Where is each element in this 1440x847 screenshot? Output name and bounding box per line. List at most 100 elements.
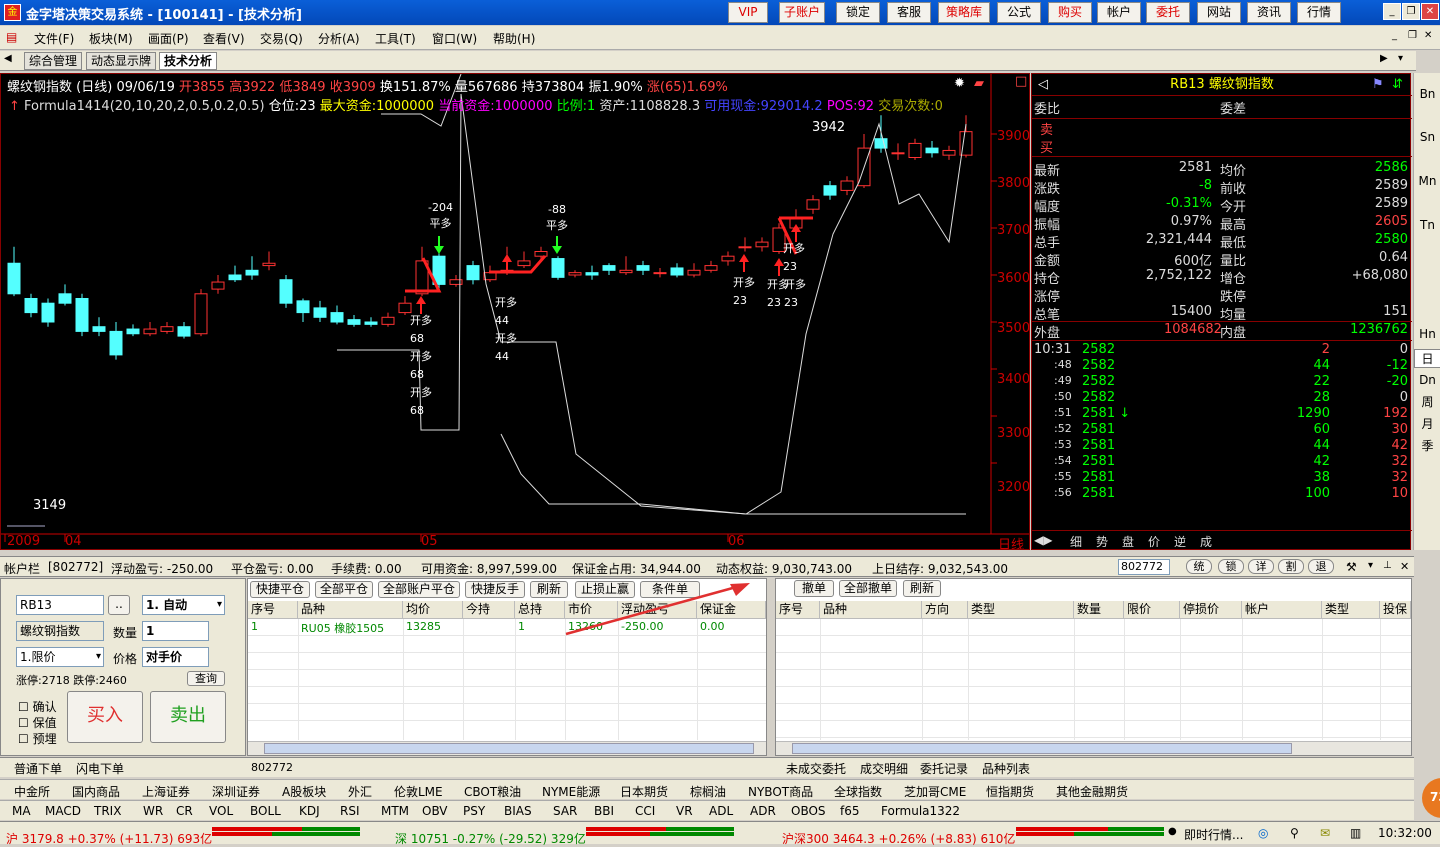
lock-account-button[interactable]: 锁	[1218, 559, 1244, 574]
tab-order-history[interactable]: 委托记录	[920, 760, 968, 777]
quote-tab[interactable]: 逆	[1174, 533, 1186, 550]
col-header[interactable]: 今持	[463, 601, 515, 619]
menu-tools[interactable]: 工具(T)	[375, 30, 416, 47]
browse-button[interactable]: ..	[108, 595, 130, 615]
price-input[interactable]: 对手价	[142, 647, 209, 667]
col-header[interactable]: 类型	[968, 601, 1074, 619]
formula-button[interactable]: 公式	[997, 2, 1041, 23]
pin-icon[interactable]: ⊥	[1383, 560, 1392, 571]
tab-overview[interactable]: 综合管理	[24, 52, 83, 70]
indicator-tab[interactable]: f65	[840, 804, 860, 818]
menu-analysis[interactable]: 分析(A)	[318, 30, 360, 47]
tab-symbol-list[interactable]: 品种列表	[982, 760, 1030, 777]
category-tab[interactable]: 中金所	[14, 783, 50, 800]
menu-file[interactable]: 文件(F)	[34, 30, 74, 47]
indicator-tab[interactable]: TRIX	[94, 804, 121, 818]
quote-tab-scroll-icon[interactable]: ◀▶	[1034, 533, 1052, 547]
col-header[interactable]: 品种	[820, 601, 922, 619]
search-icon[interactable]: ⚲	[1290, 826, 1299, 840]
purchase-button[interactable]: 购买	[1048, 2, 1092, 23]
quick-close-button[interactable]: 快捷平仓	[250, 581, 310, 598]
col-header[interactable]: 类型	[1322, 601, 1380, 619]
tab-menu-icon[interactable]: ▾	[1398, 53, 1403, 64]
category-tab[interactable]: 恒指期货	[986, 783, 1034, 800]
category-tab[interactable]: 国内商品	[72, 783, 120, 800]
category-tab[interactable]: 伦敦LME	[394, 783, 443, 800]
website-button[interactable]: 网站	[1197, 2, 1241, 23]
period-button[interactable]: Sn	[1414, 130, 1440, 144]
quote-expand-icon[interactable]: ⇵	[1392, 74, 1403, 96]
strategy-button[interactable]: 策略库	[938, 2, 990, 23]
category-tab[interactable]: A股板块	[282, 783, 326, 800]
indicator-tab[interactable]: ADL	[709, 804, 733, 818]
chart-settings-icon[interactable]: ✹	[954, 76, 965, 91]
close-all-button[interactable]: 全部平仓	[315, 581, 373, 598]
indicator-tab[interactable]: OBOS	[791, 804, 826, 818]
indicator-tab[interactable]: SAR	[553, 804, 577, 818]
indicator-tab[interactable]: KDJ	[299, 804, 320, 818]
period-button[interactable]: Dn	[1414, 373, 1440, 387]
quote-tab[interactable]: 细	[1070, 533, 1082, 550]
bottom-account-tab[interactable]: 802772	[251, 761, 293, 774]
period-button[interactable]: Tn	[1414, 218, 1440, 232]
category-tab[interactable]: 棕榈油	[690, 783, 726, 800]
category-tab[interactable]: 全球指数	[834, 783, 882, 800]
period-button-day[interactable]: 日	[1414, 349, 1440, 368]
period-button[interactable]: 周	[1414, 393, 1440, 410]
quote-prev-icon[interactable]: ◁	[1038, 74, 1048, 96]
lock-button[interactable]: 锁定	[836, 2, 880, 23]
hedge-checkbox[interactable]: ☐ 保值	[18, 714, 57, 731]
calendar-icon[interactable]: ▥	[1350, 826, 1361, 840]
indicator-tab[interactable]: BIAS	[504, 804, 532, 818]
news-button[interactable]: 资讯	[1247, 2, 1291, 23]
entrust-button[interactable]: 委托	[1146, 2, 1190, 23]
live-quote-label[interactable]: 即时行情...	[1184, 826, 1243, 843]
vip-button[interactable]: VIP	[728, 2, 768, 23]
menu-trade[interactable]: 交易(Q)	[260, 30, 303, 47]
indicator-tab[interactable]: BBI	[594, 804, 614, 818]
tools-icon[interactable]: ⚒	[1346, 560, 1357, 574]
col-header[interactable]: 限价	[1124, 601, 1180, 619]
kline-chart[interactable]: 螺纹钢指数 (日线) 09/06/19 开3855 高3922 低3849 收3…	[0, 73, 1030, 550]
minimize-icon[interactable]: _	[1383, 3, 1401, 20]
sell-button[interactable]: 卖出	[150, 691, 226, 743]
account-select[interactable]: 802772	[1118, 559, 1170, 575]
chart-close-icon[interactable]: □	[1015, 74, 1027, 89]
sub-account-button[interactable]: 子账户	[779, 2, 825, 23]
indicator-tab[interactable]: BOLL	[250, 804, 281, 818]
confirm-checkbox[interactable]: ☐ 确认	[18, 698, 57, 715]
mdi-min-icon[interactable]: _	[1392, 30, 1397, 41]
network-icon[interactable]: ◎	[1258, 826, 1268, 840]
exit-button[interactable]: 退	[1308, 559, 1334, 574]
mdi-close-icon[interactable]: ✕	[1424, 30, 1432, 41]
indicator-tab[interactable]: Formula1322	[881, 804, 960, 818]
mdi-restore-icon[interactable]: ❐	[1408, 30, 1417, 41]
category-tab[interactable]: NYME能源	[542, 783, 600, 800]
tab-pending-orders[interactable]: 未成交委托	[786, 760, 846, 777]
price-type-select[interactable]: 1.限价 ▾	[16, 647, 104, 667]
indicator-tab[interactable]: CR	[176, 804, 193, 818]
quantity-input[interactable]: 1	[142, 621, 209, 641]
live-quote-icon[interactable]: ●	[1168, 826, 1177, 837]
col-header[interactable]: 方向	[922, 601, 968, 619]
tab-technical-analysis[interactable]: 技术分析	[159, 52, 218, 70]
horizontal-scrollbar[interactable]	[248, 741, 766, 755]
indicator-tab[interactable]: WR	[143, 804, 163, 818]
indicator-tab[interactable]: PSY	[463, 804, 485, 818]
menu-block[interactable]: 板块(M)	[89, 30, 133, 47]
menu-view-page[interactable]: 画面(P)	[148, 30, 189, 47]
indicator-tab[interactable]: VR	[676, 804, 693, 818]
col-header[interactable]: 序号	[248, 601, 298, 619]
query-button[interactable]: 查询	[187, 671, 225, 686]
quote-tab[interactable]: 盘	[1122, 533, 1134, 550]
category-tab[interactable]: CBOT粮油	[464, 783, 521, 800]
col-header[interactable]: 投保	[1380, 601, 1411, 619]
quote-tab[interactable]: 价	[1148, 533, 1160, 550]
menu-app-icon[interactable]: ▤	[6, 30, 17, 44]
split-button[interactable]: 割	[1278, 559, 1304, 574]
indicator-tab[interactable]: OBV	[422, 804, 448, 818]
period-button[interactable]: 季	[1414, 437, 1440, 454]
stats-button[interactable]: 统	[1186, 559, 1212, 574]
period-button[interactable]: Hn	[1414, 327, 1440, 341]
tab-fills[interactable]: 成交明细	[860, 760, 908, 777]
